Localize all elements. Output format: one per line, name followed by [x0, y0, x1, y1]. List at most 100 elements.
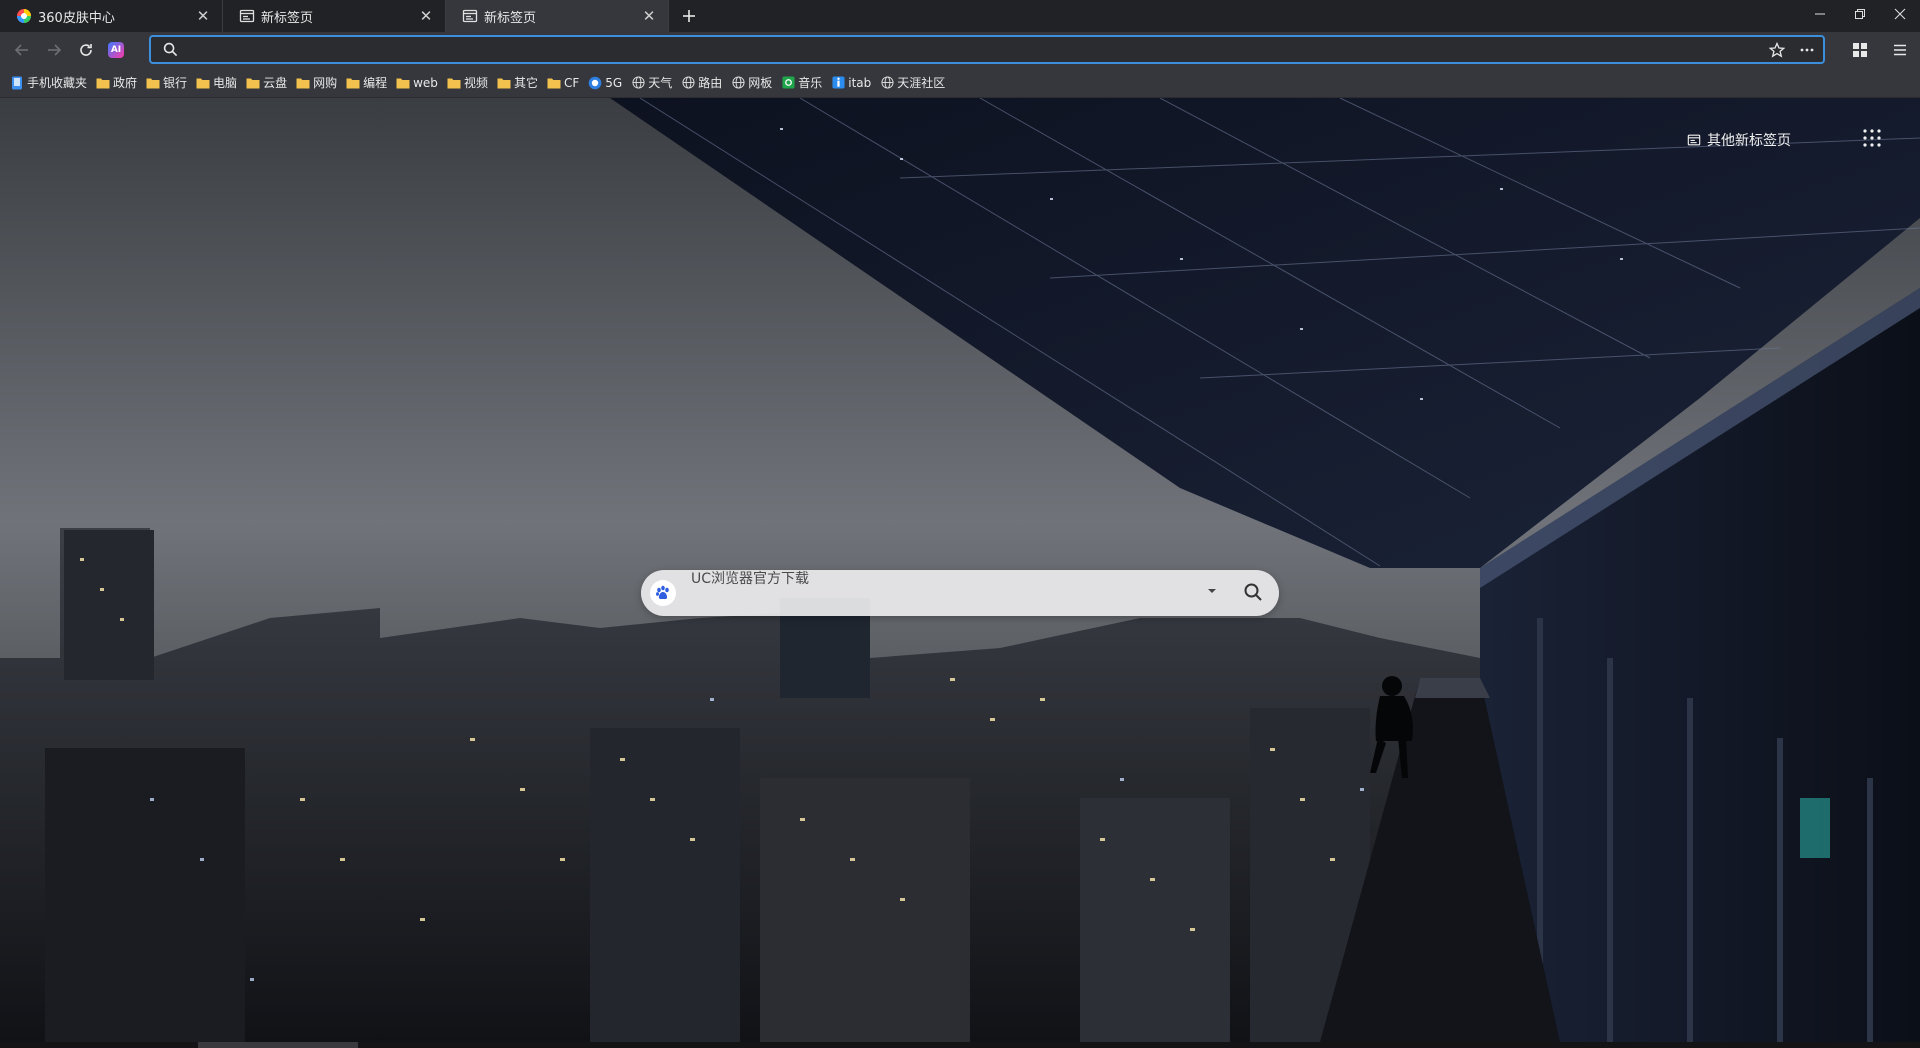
bookmark-label: 政府: [113, 76, 138, 90]
extensions-button[interactable]: [1840, 32, 1880, 68]
new-tab-button[interactable]: [673, 0, 705, 32]
ai-assistant-icon[interactable]: AI: [108, 42, 124, 58]
bookmark-itab[interactable]: itab: [831, 76, 871, 90]
mobile-bookmarks-icon: [10, 76, 24, 90]
bookmarks-bar: 手机收藏夹 政府 银行 电脑 云盘 网购 编程 web 视频 其它 CF 5G …: [0, 68, 1920, 98]
bookmark-folder-cloud[interactable]: 云盘: [246, 74, 287, 91]
bookmark-folder-programming[interactable]: 编程: [346, 74, 387, 91]
window-controls: [1800, 0, 1920, 28]
tab-label: 360皮肤中心: [38, 10, 115, 26]
minimize-button[interactable]: [1800, 0, 1840, 28]
reload-button[interactable]: [72, 36, 100, 64]
minimize-icon: [1815, 13, 1825, 15]
folder-icon: [547, 76, 561, 90]
bookmark-label: 编程: [363, 76, 388, 90]
plus-icon: [683, 10, 695, 22]
bookmark-folder-shopping[interactable]: 网购: [296, 74, 337, 91]
folder-icon: [146, 76, 160, 90]
bookmark-folder-cf[interactable]: CF: [547, 76, 579, 90]
bookmark-label: 其它: [513, 76, 538, 90]
forward-arrow-icon: [48, 44, 62, 56]
search-hint-text: UC浏览器官方下载: [691, 571, 810, 587]
reload-icon: [80, 44, 92, 56]
close-icon[interactable]: ✕: [640, 7, 658, 25]
tab-label: 新标签页: [261, 10, 314, 26]
tab-360-skin-center[interactable]: 360皮肤中心 ✕: [0, 0, 223, 32]
close-window-button[interactable]: [1880, 0, 1920, 28]
bookmark-label: 网板: [748, 76, 773, 90]
other-new-tab-page-link[interactable]: 其他新标签页: [1687, 130, 1791, 150]
forward-button[interactable]: [40, 36, 68, 64]
web-search-box[interactable]: UC浏览器官方下载: [641, 570, 1279, 616]
globe-icon: [731, 76, 745, 90]
folder-icon: [497, 76, 511, 90]
folder-icon: [396, 76, 410, 90]
bookmark-folder-other[interactable]: 其它: [497, 74, 538, 91]
star-bookmark-icon[interactable]: [1769, 41, 1785, 58]
close-icon[interactable]: ✕: [417, 7, 435, 25]
tab-label: 新标签页: [484, 10, 537, 26]
bookmark-label: 5G: [605, 75, 623, 90]
bookmark-folder-computer[interactable]: 电脑: [196, 74, 237, 91]
bookmark-folder-web[interactable]: web: [396, 76, 438, 90]
folder-icon: [96, 76, 110, 90]
close-icon[interactable]: ✕: [194, 7, 212, 25]
bookmark-label: 银行: [163, 76, 188, 90]
tab-strip: 360皮肤中心 ✕ 新标签页 ✕ 新标签页 ✕: [0, 0, 1920, 32]
bookmark-tianya[interactable]: 天涯社区: [880, 74, 945, 91]
bookmark-label: 手机收藏夹: [27, 76, 88, 90]
folder-icon: [346, 76, 360, 90]
bookmark-label: itab: [848, 75, 872, 90]
more-options-icon[interactable]: [1799, 42, 1815, 58]
itab-site-icon: [831, 76, 845, 90]
bookmark-board[interactable]: 网板: [731, 74, 772, 91]
address-bar[interactable]: [149, 35, 1825, 64]
bookmark-folder-government[interactable]: 政府: [96, 74, 137, 91]
tab-new-tab-1[interactable]: 新标签页 ✕: [223, 0, 446, 32]
horizontal-scrollbar-thumb[interactable]: [198, 1042, 358, 1048]
baidu-paw-icon[interactable]: [650, 580, 676, 606]
new-tab-page-icon: [1687, 134, 1701, 146]
close-icon: [1894, 8, 1906, 20]
folder-icon: [296, 76, 310, 90]
5g-site-icon: [588, 76, 602, 90]
bookmark-router[interactable]: 路由: [681, 74, 722, 91]
folder-icon: [196, 76, 210, 90]
globe-icon: [631, 76, 645, 90]
chevron-down-icon[interactable]: [1207, 587, 1217, 595]
restore-icon: [1855, 9, 1865, 19]
music-site-icon: [781, 76, 795, 90]
main-menu-button[interactable]: [1880, 32, 1920, 68]
bookmark-folder-video[interactable]: 视频: [447, 74, 488, 91]
bookmark-label: CF: [563, 75, 580, 90]
folder-icon: [246, 76, 260, 90]
folder-icon: [447, 76, 461, 90]
hamburger-menu-icon: [1894, 44, 1906, 56]
bookmark-weather[interactable]: 天气: [631, 74, 672, 91]
bookmark-5g[interactable]: 5G: [588, 76, 622, 90]
bookmark-label: 音乐: [798, 76, 823, 90]
back-button[interactable]: [8, 36, 36, 64]
bookmark-label: 天涯社区: [897, 76, 946, 90]
new-tab-page: 其他新标签页 UC浏览器官方下载: [0, 98, 1920, 1042]
globe-icon: [880, 76, 894, 90]
tab-new-tab-2[interactable]: 新标签页 ✕: [446, 0, 669, 32]
search-icon[interactable]: [1243, 582, 1263, 602]
bookmark-label: 视频: [463, 76, 488, 90]
colorful-360-skin-icon: [17, 9, 31, 23]
bookmark-label: 天气: [648, 76, 673, 90]
back-arrow-icon: [14, 44, 28, 56]
apps-grid-icon[interactable]: [1862, 128, 1882, 148]
toolbar: AI: [0, 32, 1920, 68]
bookmark-music[interactable]: 音乐: [781, 74, 822, 91]
bookmark-label: 电脑: [213, 76, 238, 90]
address-input[interactable]: [185, 37, 1769, 62]
bookmark-label: web: [413, 75, 438, 90]
restore-button[interactable]: [1840, 0, 1880, 28]
bookmark-folder-bank[interactable]: 银行: [146, 74, 187, 91]
bookmark-label: 网购: [313, 76, 338, 90]
globe-icon: [681, 76, 695, 90]
bookmark-label: 云盘: [263, 76, 288, 90]
bookmark-mobile[interactable]: 手机收藏夹: [10, 74, 87, 91]
new-tab-page-icon: [462, 9, 478, 23]
